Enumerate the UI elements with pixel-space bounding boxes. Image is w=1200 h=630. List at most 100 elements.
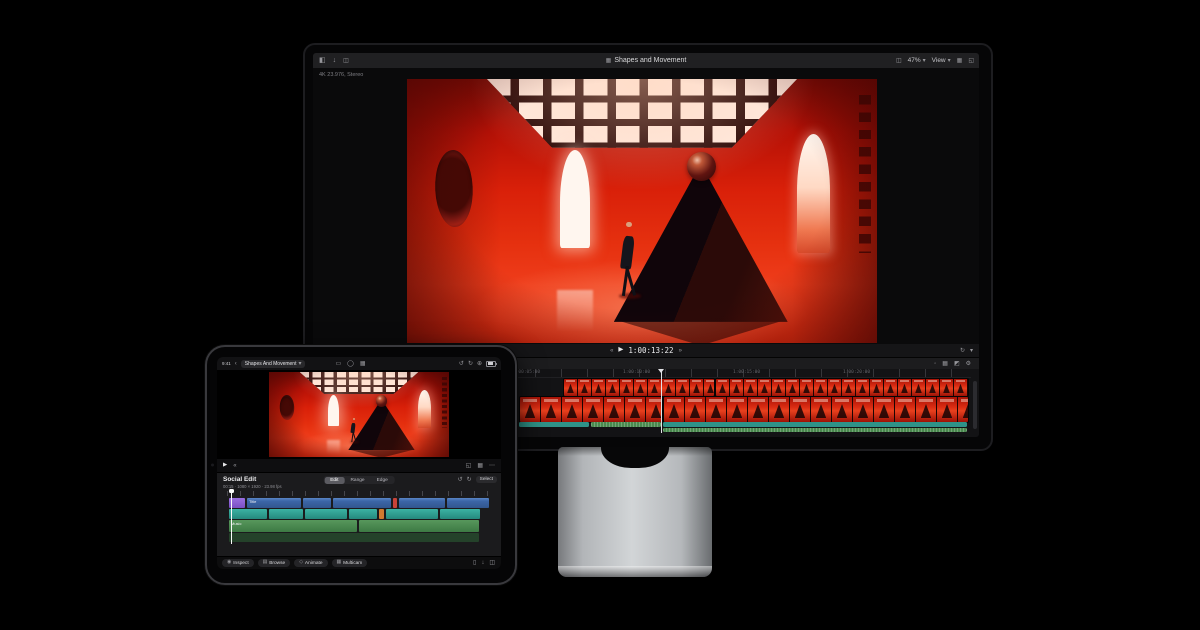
project-menu[interactable]: Shapes And Movement ▾ [240, 359, 306, 368]
clip-frame-thumbnail [634, 379, 647, 396]
clip[interactable] [349, 509, 377, 519]
clip[interactable] [379, 509, 384, 519]
clip-frame-thumbnail [940, 379, 953, 396]
clip-frame-thumbnail [730, 379, 743, 396]
playhead[interactable] [229, 489, 234, 544]
clip-frame-thumbnail [758, 379, 771, 396]
clip[interactable]: Music [229, 520, 357, 532]
sidebar-toggle-icon[interactable]: ◧ [319, 57, 326, 64]
multicam-button[interactable]: ▦ Multicam [331, 559, 368, 567]
audio-clip[interactable] [591, 422, 661, 427]
snapping-icon[interactable]: ◩ [954, 361, 960, 367]
ipad-timeline-ruler[interactable] [227, 491, 493, 496]
zoom-menu[interactable]: 47% ▾ [908, 57, 926, 64]
apps-icon[interactable]: ▦ [360, 361, 366, 367]
appearance-icon[interactable]: ▦ [942, 361, 948, 367]
play-icon[interactable]: ▶ [618, 347, 623, 354]
play-icon[interactable]: ▶ [223, 462, 227, 469]
timeline-scrollbar[interactable] [973, 381, 977, 429]
fullscreen-icon[interactable]: ◱ [466, 463, 472, 469]
audio-clip[interactable] [519, 422, 589, 427]
clip-frame-thumbnail [592, 379, 605, 396]
clip[interactable] [359, 520, 479, 532]
clip[interactable] [447, 498, 489, 508]
viewer-canvas [407, 79, 877, 343]
import-icon[interactable]: ↓ [333, 57, 337, 64]
clip[interactable] [303, 498, 331, 508]
settings-icon[interactable]: ⚙ [966, 361, 971, 367]
primary-clip[interactable] [519, 396, 663, 423]
media-icon[interactable]: ◫ [343, 58, 349, 64]
undo-icon[interactable]: ↺ [458, 477, 463, 483]
redo-icon[interactable]: ↻ [468, 361, 473, 367]
add-icon[interactable]: ⊕ [477, 361, 482, 367]
grid-icon[interactable]: ▦ [957, 58, 963, 64]
clip[interactable] [393, 498, 397, 508]
browse-icon: ▤ [262, 559, 268, 565]
clip-frame-thumbnail [664, 397, 684, 422]
clip-frame-thumbnail [853, 397, 873, 422]
mode-edge[interactable]: Edge [371, 477, 394, 484]
clip[interactable] [440, 509, 480, 519]
mac-top-toolbar: ◧ ↓ ◫ ▦ Shapes and Movement ◫ 47% ▾ View [313, 53, 979, 69]
clip[interactable] [229, 509, 267, 519]
ipad-transport-bar: ▶ « ◱ ▦ ⋯ [217, 459, 501, 472]
mode-edit[interactable]: Edit [324, 476, 345, 484]
clip[interactable] [229, 533, 479, 542]
clip-frame-thumbnail [790, 397, 810, 422]
clip[interactable] [386, 509, 438, 519]
marker-icon[interactable]: ◦ [934, 361, 936, 367]
ipad-timeline-panel: Social Edit 00:15 · 1080 × 1920 · 23.98 … [217, 472, 501, 557]
mode-range[interactable]: Range [344, 477, 370, 484]
ipad: 9:41 ‹ Shapes And Movement ▾ ▭ ◯ ▦ ↺ ↻ ⊕ [205, 345, 517, 585]
status-time: 9:41 [222, 361, 231, 366]
clip[interactable] [399, 498, 445, 508]
skip-back-icon[interactable]: « [610, 348, 613, 354]
overlay-icon[interactable]: ▦ [477, 463, 483, 469]
browse-button[interactable]: ▤ Browse [257, 559, 291, 567]
back-chevron-icon[interactable]: ‹ [235, 361, 237, 367]
playhead[interactable] [658, 369, 664, 433]
duplicate-icon[interactable]: ◫ [489, 560, 495, 566]
clip-frame-thumbnail [926, 379, 939, 396]
clip-frame-thumbnail [811, 397, 831, 422]
clip-frame-thumbnail [578, 379, 591, 396]
skip-forward-icon[interactable]: » [679, 348, 682, 354]
media-browser-icon[interactable]: ▭ [335, 361, 341, 367]
primary-clip[interactable] [663, 396, 969, 423]
view-menu[interactable]: View ▾ [932, 57, 951, 64]
clip-frame-thumbnail [604, 397, 624, 422]
delete-icon[interactable]: ▯ [473, 560, 476, 566]
clip-frame-thumbnail [912, 379, 925, 396]
animate-button[interactable]: ◇ Animate [294, 559, 328, 567]
audio-track: Music [217, 520, 501, 532]
undo-icon[interactable]: ↺ [459, 361, 464, 367]
clip-frame-thumbnail [606, 379, 619, 396]
clip-frame-thumbnail [832, 397, 852, 422]
clip-frame-thumbnail [564, 379, 577, 396]
connected-clip[interactable] [563, 378, 715, 397]
clip-frame-thumbnail [562, 397, 582, 422]
more-icon[interactable]: ⋯ [489, 463, 495, 469]
clip-frame-thumbnail [874, 397, 894, 422]
viewer-panes-icon[interactable]: ◫ [896, 58, 902, 64]
loop-icon[interactable]: ↻ [960, 348, 965, 354]
clip-frame-thumbnail [727, 397, 747, 422]
download-icon[interactable]: ↓ [481, 560, 484, 566]
inspect-button[interactable]: ◉ Inspect [222, 559, 254, 567]
select-button[interactable]: Select [475, 476, 497, 483]
music-clip[interactable] [663, 428, 967, 432]
record-icon[interactable]: ◯ [347, 361, 354, 367]
clapboard-icon: ▦ [605, 57, 612, 64]
clip[interactable] [305, 509, 347, 519]
fullscreen-icon[interactable]: ◱ [968, 58, 974, 64]
project-title: Shapes and Movement [614, 57, 687, 64]
connected-clip[interactable] [715, 378, 969, 397]
skip-back-icon[interactable]: « [233, 463, 236, 469]
chevron-down-icon[interactable]: ▾ [970, 348, 973, 354]
clip[interactable]: Title [247, 498, 301, 508]
clip[interactable] [333, 498, 391, 508]
clip[interactable] [269, 509, 303, 519]
audio-clip[interactable] [663, 422, 967, 427]
redo-icon[interactable]: ↻ [467, 477, 472, 483]
